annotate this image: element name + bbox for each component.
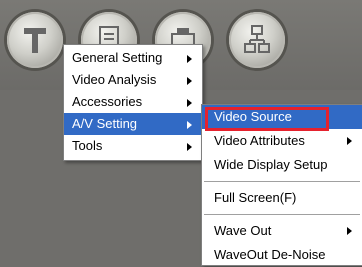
submenu-arrow-icon xyxy=(187,99,192,107)
menu-separator xyxy=(204,214,360,215)
menu-item-tools[interactable]: Tools xyxy=(64,135,202,157)
menu-item-label: Accessories xyxy=(72,94,143,109)
menu-separator xyxy=(204,181,360,182)
menu-item-label: Video Analysis xyxy=(72,72,157,87)
tools-icon xyxy=(24,28,46,53)
menu-item-general-setting[interactable]: General Setting xyxy=(64,47,202,69)
menu-item-waveout-de-noise[interactable]: WaveOut De-Noise xyxy=(202,243,362,267)
menu-item-wave-out[interactable]: Wave Out xyxy=(202,219,362,243)
menu-item-label: Video Attributes xyxy=(214,133,305,148)
menu-item-label: General Setting xyxy=(72,50,163,65)
network-icon xyxy=(244,25,270,53)
network-button[interactable] xyxy=(229,12,285,68)
menu-item-wide-display-setup[interactable]: Wide Display Setup xyxy=(202,153,362,177)
menu-item-label: Full Screen(F) xyxy=(214,190,297,205)
menu-item-video-analysis[interactable]: Video Analysis xyxy=(64,69,202,91)
menu-item-video-attributes[interactable]: Video Attributes xyxy=(202,129,362,153)
menu-item-full-screen[interactable]: Full Screen(F) xyxy=(202,186,362,210)
submenu-arrow-icon xyxy=(187,77,192,85)
menu-item-label: Wave Out xyxy=(214,223,272,238)
menu-item-av-setting[interactable]: A/V Setting xyxy=(64,113,202,135)
menu-item-label: A/V Setting xyxy=(72,116,138,131)
submenu-arrow-icon xyxy=(347,227,352,235)
submenu-arrow-icon xyxy=(347,137,352,145)
settings-menu: General Setting Video Analysis Accessori… xyxy=(63,44,203,161)
menu-item-label: Tools xyxy=(72,138,103,153)
menu-item-label: Wide Display Setup xyxy=(214,157,328,172)
submenu-arrow-icon xyxy=(187,143,192,151)
highlight-frame xyxy=(205,107,329,131)
menu-item-accessories[interactable]: Accessories xyxy=(64,91,202,113)
submenu-arrow-icon xyxy=(187,55,192,63)
submenu-arrow-icon xyxy=(187,121,192,129)
menu-item-label: WaveOut De-Noise xyxy=(214,247,326,262)
tools-button[interactable] xyxy=(7,12,63,68)
